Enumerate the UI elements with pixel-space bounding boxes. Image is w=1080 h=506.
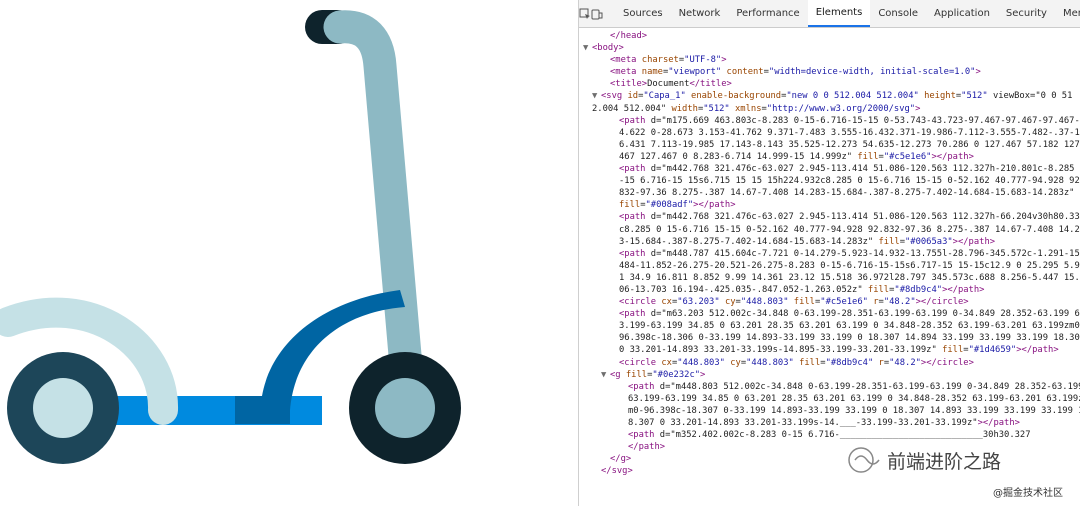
dom-tree-line-text: </path> [628, 442, 666, 453]
dom-tree-line-text: 8.307 0 33.201-14.893 33.201-33.199s-14.… [628, 418, 1020, 428]
dom-tree-line-text: </svg> [601, 466, 633, 477]
tab-security[interactable]: Security [998, 0, 1055, 27]
devtools-tab-bar: Sources Network Performance Elements Con… [579, 0, 1080, 28]
dom-tree-line[interactable]: <path d="m448.787 415.604c-7.721 0-14.27… [579, 248, 1080, 260]
dom-tree-line[interactable]: </g> [579, 453, 1080, 465]
dom-tree-line-text: <path d="m442.768 321.476c-63.027 2.945-… [619, 212, 1080, 223]
dom-tree-line-text: <path d="m448.803 512.002c-34.848 0-63.1… [628, 381, 1080, 392]
dom-tree-line[interactable]: <meta name="viewport" content="width=dev… [579, 66, 1080, 78]
dom-tree-line-text: 06-13.703 16.194-.425.035-.847.052-1.263… [619, 284, 985, 295]
tab-application[interactable]: Application [926, 0, 998, 27]
dom-tree-line[interactable]: <path d="m352.402.002c-8.283 0-15 6.716-… [579, 429, 1080, 441]
dom-tree-line[interactable]: 3.199-63.199 34.85 0 63.201 28.35 63.201… [579, 320, 1080, 332]
dom-tree-line[interactable]: -15 6.716-15 15s6.715 15 15 15h224.932c8… [579, 175, 1080, 187]
scooter-illustration [0, 10, 461, 464]
dom-tree-line[interactable]: 4.622 0-28.673 3.153-41.762 9.371-7.483 … [579, 127, 1080, 139]
dom-tree-line[interactable]: ▼ <svg id="Capa_1" enable-background="new… [579, 90, 1080, 102]
dom-tree-line-text: <path d="m448.787 415.604c-7.721 0-14.27… [619, 248, 1080, 259]
dom-tree-line-text: <circle cx="63.203" cy="448.803" fill="#… [619, 297, 969, 308]
dom-tree-line[interactable]: 832-97.36 8.275-.387 14.67-7.408 14.283-… [579, 187, 1080, 199]
tab-sources[interactable]: Sources [615, 0, 671, 27]
dom-tree-line[interactable]: c8.285 0 15-6.716 15-15 0-52.162 40.777-… [579, 224, 1080, 236]
watermark-logo [847, 446, 887, 478]
inspect-element-icon[interactable] [579, 0, 591, 27]
dom-tree-line[interactable]: 0 33.201-14.893 33.201-33.199s-14.895-33… [579, 344, 1080, 356]
watermark-subtitle: @掘金技术社区 [993, 488, 1063, 499]
dom-tree-line[interactable]: 8.307 0 33.201-14.893 33.201-33.199s-14.… [579, 417, 1080, 429]
dom-tree-line[interactable]: <path d="m175.669 463.803c-8.283 0-15-6.… [579, 115, 1080, 127]
dom-tree-line-text: fill="#008adf"></path> [619, 200, 736, 211]
dom-tree-line-text: <svg id="Capa_1" enable-background="new … [601, 91, 1073, 102]
dom-tree-line[interactable]: 06-13.703 16.194-.425.035-.847.052-1.263… [579, 284, 1080, 296]
dom-tree-line-text: 3-15.684-.387-8.275-7.402-14.684-15.683-… [619, 236, 996, 247]
dom-tree-line-text: <circle cx="448.803" cy="448.803" fill="… [619, 357, 974, 368]
dom-tree-line-text: <meta charset="UTF-8"> [610, 55, 727, 66]
dom-tree-line-text: 832-97.36 8.275-.387 14.67-7.408 14.283-… [619, 188, 1075, 199]
dom-tree-line-text: </head> [610, 31, 648, 41]
dom-tree-line-text: 2.004 512.004" width="512" xmlns="http:/… [592, 103, 921, 114]
dom-tree-line[interactable]: ▼ <g fill="#0e232c"> [579, 369, 1080, 381]
dom-tree-line[interactable]: m0-96.398c-18.307 0-33.199 14.893-33.199… [579, 405, 1080, 417]
dom-tree-line[interactable]: <circle cx="63.203" cy="448.803" fill="#… [579, 296, 1080, 308]
dom-tree-line-text: -15 6.716-15 15s6.715 15 15 15h224.932c8… [619, 176, 1080, 187]
dom-tree-line-text: 467 127.467 0 8.283-6.714 14.999-15 14.9… [619, 151, 974, 162]
dom-tree-line-text: c8.285 0 15-6.716 15-15 0-52.162 40.777-… [619, 224, 1080, 235]
dom-tree-line[interactable]: <title>Document</title> [579, 78, 1080, 90]
dom-tree-line-text: m0-96.398c-18.307 0-33.199 14.893-33.199… [628, 405, 1080, 416]
expand-toggle-icon[interactable]: ▼ [601, 369, 610, 381]
devtools-panel: Sources Network Performance Elements Con… [578, 0, 1080, 506]
dom-tree-line-text: 4.622 0-28.673 3.153-41.762 9.371-7.483 … [619, 127, 1080, 138]
dom-tree-line[interactable]: 1 34.9 16.811 8.852 9.99 14.361 23.12 15… [579, 272, 1080, 284]
tab-elements[interactable]: Elements [807, 0, 871, 27]
dom-tree-line-text: 1 34.9 16.811 8.852 9.99 14.361 23.12 15… [619, 272, 1080, 283]
dom-tree-line-text: 0 33.201-14.893 33.201-33.199s-14.895-33… [619, 345, 1059, 356]
dom-tree-line[interactable]: <path d="m63.203 512.002c-34.848 0-63.19… [579, 308, 1080, 320]
dom-tree-line-text: <path d="m442.768 321.476c-63.027 2.945-… [619, 164, 1080, 175]
dom-tree-line[interactable]: <path d="m442.768 321.476c-63.027 2.945-… [579, 211, 1080, 223]
dom-tree-line[interactable]: <meta charset="UTF-8"> [579, 54, 1080, 66]
dom-tree-line-text: <path d="m352.402.002c-8.283 0-15 6.716-… [628, 430, 1031, 441]
dom-tree-line[interactable]: 2.004 512.004" width="512" xmlns="http:/… [579, 103, 1080, 115]
dom-tree-line[interactable]: 96.398c-18.306 0-33.199 14.893-33.199 33… [579, 332, 1080, 344]
tab-performance[interactable]: Performance [728, 0, 807, 27]
dom-tree-line[interactable]: <path d="m442.768 321.476c-63.027 2.945-… [579, 163, 1080, 175]
tab-memory[interactable]: Mem [1055, 0, 1080, 27]
dom-tree-line[interactable]: 3-15.684-.387-8.275-7.402-14.684-15.683-… [579, 236, 1080, 248]
dom-tree-line[interactable]: </svg> [579, 465, 1080, 477]
dom-tree-line-text: 3.199-63.199 34.85 0 63.201 28.35 63.201… [619, 321, 1080, 332]
expand-toggle-icon[interactable]: ▼ [592, 90, 601, 102]
dom-tree-line-text: </g> [610, 454, 632, 465]
dom-tree-line-text: 484-11.852-26.275-20.521-26.275-8.283 0-… [619, 260, 1080, 271]
front-wheel-hub [375, 378, 435, 438]
expand-toggle-icon[interactable]: ▼ [583, 42, 592, 54]
dom-tree-line[interactable]: </head> [579, 30, 1080, 42]
dom-tree-line-text: <meta name="viewport" content="width=dev… [610, 67, 981, 78]
dom-tree-line[interactable]: 63.199-63.199 34.85 0 63.201 28.35 63.20… [579, 393, 1080, 405]
dom-tree-line-text: <g fill="#0e232c"> [610, 369, 706, 380]
dom-tree-line[interactable]: 6.431 7.113-19.985 17.143-8.143 35.525-1… [579, 139, 1080, 151]
elements-dom-tree: </head> ▼ <body> <meta charset="UTF-8"> <met… [579, 28, 1080, 477]
device-toolbar-icon[interactable] [591, 0, 603, 27]
dom-tree-line[interactable]: <circle cx="448.803" cy="448.803" fill="… [579, 357, 1080, 369]
watermark-title: 前端进阶之路 [887, 451, 1002, 473]
dom-tree-line[interactable]: 467 127.467 0 8.283-6.714 14.999-15 14.9… [579, 151, 1080, 163]
dom-tree-line-text: 6.431 7.113-19.985 17.143-8.143 35.525-1… [619, 139, 1080, 150]
dom-tree-line-text: <path d="m175.669 463.803c-8.283 0-15-6.… [619, 115, 1080, 126]
dom-tree-line-text: 96.398c-18.306 0-33.199 14.893-33.199 33… [619, 333, 1080, 344]
dom-tree-line[interactable]: <path d="m448.803 512.002c-34.848 0-63.1… [579, 381, 1080, 393]
rendered-page-viewport [0, 0, 578, 506]
dom-tree-line-text: <title>Document</title> [610, 79, 732, 90]
dom-tree-line[interactable]: fill="#008adf"></path> [579, 199, 1080, 211]
rear-wheel-hub [33, 378, 93, 438]
dom-tree-line[interactable]: 484-11.852-26.275-20.521-26.275-8.283 0-… [579, 260, 1080, 272]
tab-network[interactable]: Network [671, 0, 729, 27]
dom-tree-line-text: <body> [592, 43, 624, 54]
tab-console[interactable]: Console [870, 0, 926, 27]
dom-tree-line[interactable]: </path> [579, 441, 1080, 453]
dom-tree-line-text: 63.199-63.199 34.85 0 63.201 28.35 63.20… [628, 393, 1080, 404]
dom-tree-line-text: <path d="m63.203 512.002c-34.848 0-63.19… [619, 309, 1080, 320]
dom-tree-line[interactable]: ▼ <body> [579, 42, 1080, 54]
